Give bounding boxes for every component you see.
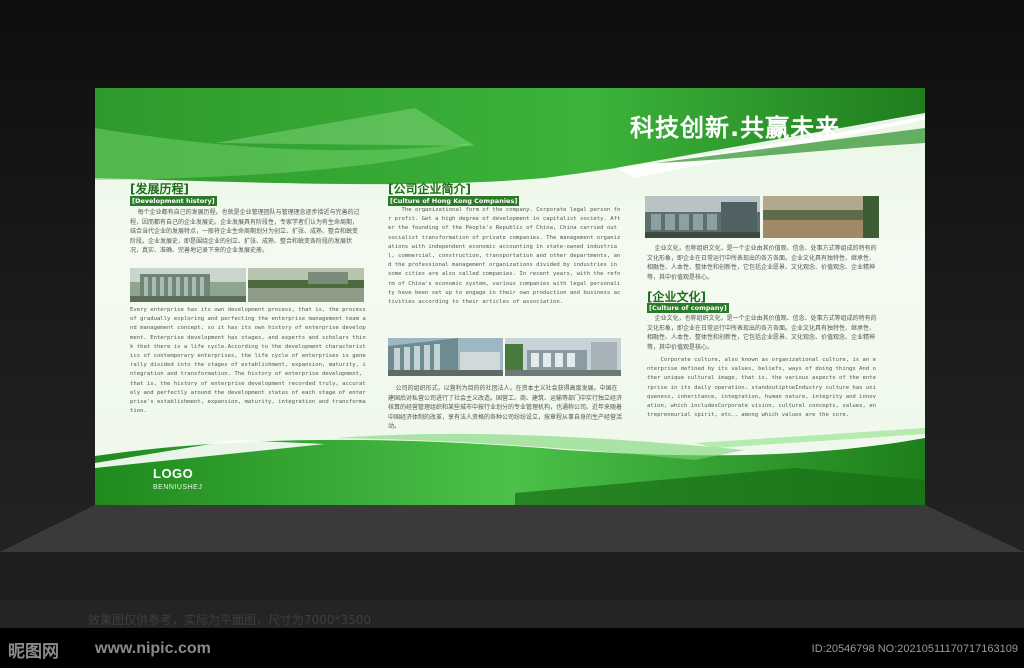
section2-body-cn: 公司的组织形式，以营利为目的的社团法人，在资本主义社会获得高度发展。中国在建国后…: [388, 385, 622, 431]
section1-subtitle: [Development history]: [130, 196, 217, 206]
watermark-url: www.nipic.com: [95, 640, 211, 657]
section1-photo-pond: [248, 268, 364, 302]
slogan: 科技创新.共赢未来: [630, 114, 841, 142]
mockup-footnote: 效果图仅供参考，实际为平面图，尺寸为7000*3500: [88, 613, 372, 627]
logo-text: LOGO: [153, 466, 194, 481]
section1-body-en: Every enterprise has its own development…: [130, 307, 366, 415]
section1-title: [发展历程]: [130, 182, 189, 196]
section3-body-cn: 企业文化，也称组织文化，是一个企业由其价值观、信念、处事方式等组成的特有的文化形…: [647, 315, 877, 351]
section3-body-en: Corporate culture, also known as organiz…: [647, 357, 877, 419]
section2-subtitle: [Culture of Hong Kong Companies]: [388, 196, 520, 206]
section1-photo-building: [130, 268, 246, 302]
section3-intro-cn: 企业文化，也称组织文化，是一个企业由其价值观、信念、处事方式等组成的特有的文化形…: [647, 245, 877, 281]
stage-floor: [0, 505, 1024, 600]
section1-intro-cn: 每个企业都有自己的发展历程。也就是企业管理团队与管理理念逐步接近与完善的过程，因…: [130, 209, 360, 255]
section3-photo-waterside: [763, 196, 879, 238]
watermark-id: ID:20546798 NO:20210511170717163109: [811, 643, 1018, 655]
section2-photo-street: [388, 338, 503, 376]
section2-body-en: The organizational form of the company. …: [388, 207, 621, 306]
section2-photo-campus: [505, 338, 621, 376]
display-board: 科技创新.共赢未来 [发展历程] [Development history] 每…: [95, 88, 925, 505]
watermark-site-name: 昵图网: [8, 642, 59, 662]
logo-subtext: BENNIUSHEJ: [153, 484, 203, 491]
section3-subtitle: [Culture of company]: [647, 303, 729, 313]
section3-photo-glass-building: [645, 196, 760, 238]
section2-title: [公司企业简介]: [388, 182, 471, 196]
